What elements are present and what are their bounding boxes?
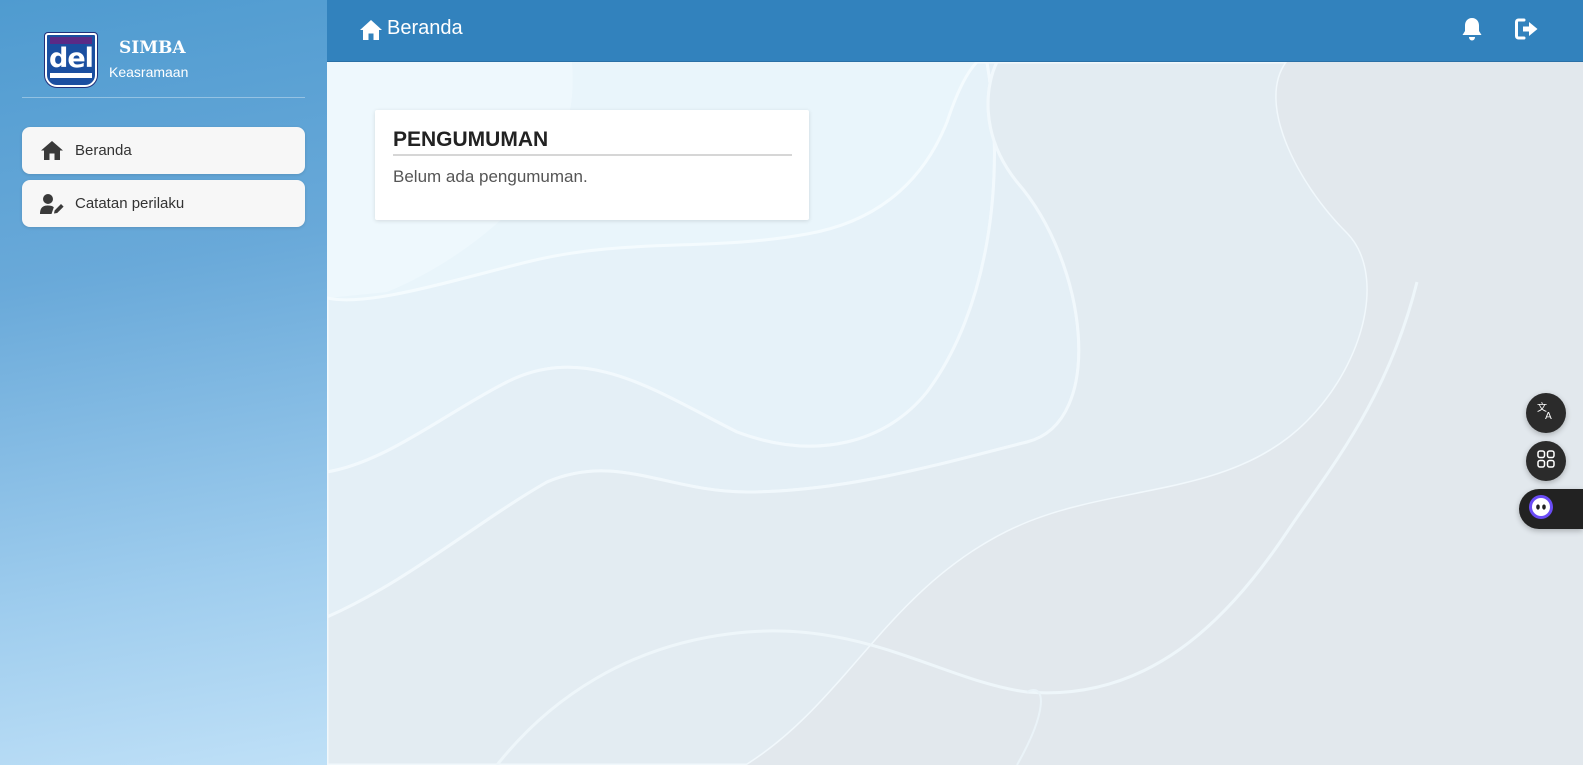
sidebar-item-label: Catatan perilaku xyxy=(75,195,185,212)
bell-icon[interactable] xyxy=(1460,16,1484,42)
del-logo[interactable]: del xyxy=(45,33,97,87)
page-title: Beranda xyxy=(387,17,463,39)
main-content: PENGUMUMAN Belum ada pengumuman. xyxy=(327,62,1583,765)
translate-icon: 文 A xyxy=(1536,401,1556,425)
translate-widget-button[interactable]: 文 A xyxy=(1526,393,1566,433)
announcement-card: PENGUMUMAN Belum ada pengumuman. xyxy=(375,110,809,220)
home-icon xyxy=(359,19,383,41)
user-edit-icon xyxy=(39,193,65,215)
apps-grid-icon xyxy=(1537,450,1555,472)
home-icon xyxy=(39,140,65,162)
sidebar-item-catatan-perilaku[interactable]: Catatan perilaku xyxy=(22,180,305,227)
svg-text:A: A xyxy=(1545,411,1552,421)
assistant-icon xyxy=(1528,494,1554,524)
apps-widget-button[interactable] xyxy=(1526,441,1566,481)
sidebar-nav: Beranda Catatan perilaku xyxy=(22,127,305,233)
assistant-widget-button[interactable] xyxy=(1519,489,1583,529)
app-root: del SIMBA Keasramaan Beranda Catatan per… xyxy=(0,0,1583,765)
brand-subtitle: Keasramaan xyxy=(109,64,189,80)
brand: del SIMBA Keasramaan xyxy=(22,20,305,98)
sidebar-item-label: Beranda xyxy=(75,142,132,159)
logout-icon[interactable] xyxy=(1514,17,1540,41)
sidebar-item-beranda[interactable]: Beranda xyxy=(22,127,305,174)
announcement-message: Belum ada pengumuman. xyxy=(393,167,588,186)
logo-text: del xyxy=(49,43,94,74)
sidebar: del SIMBA Keasramaan Beranda Catatan per… xyxy=(0,0,327,765)
brand-name: SIMBA xyxy=(119,38,186,58)
announcement-title: PENGUMUMAN xyxy=(393,128,792,156)
topbar: Beranda xyxy=(327,0,1583,62)
